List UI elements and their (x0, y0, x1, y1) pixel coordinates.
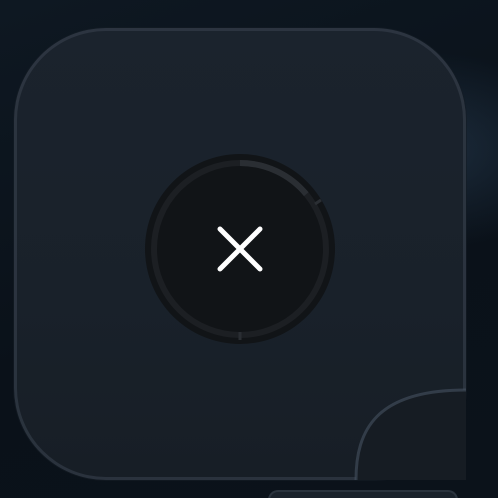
next-widget-edge (268, 490, 458, 498)
screen-background (0, 0, 498, 498)
stop-button[interactable] (145, 154, 335, 344)
page-curl-corner (316, 350, 466, 480)
close-icon[interactable] (215, 224, 265, 274)
